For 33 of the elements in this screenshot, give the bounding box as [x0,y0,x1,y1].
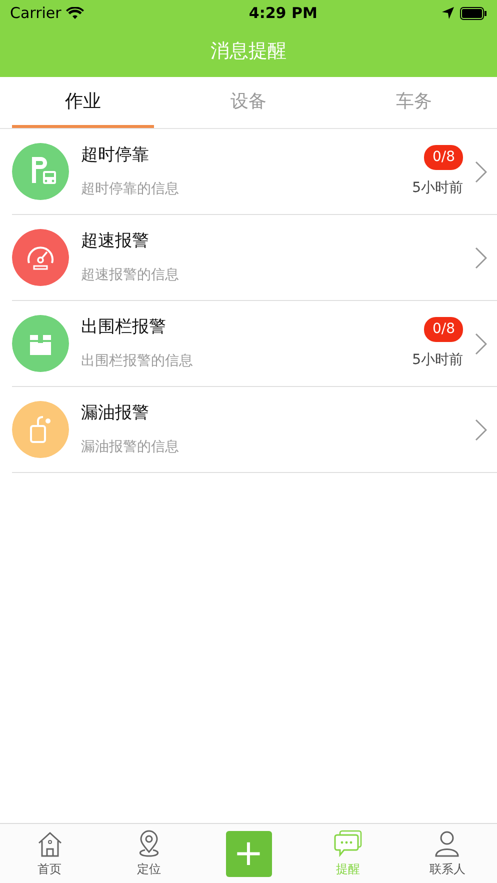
message-subtitle: 超时停靠的信息 [81,180,180,199]
message-subtitle: 出围栏报警的信息 [81,352,194,371]
count-badge: 0/8 [424,144,463,170]
location-arrow-icon [442,7,454,19]
message-row[interactable]: 超时停靠 超时停靠的信息 0/8 5小时前 [12,129,497,215]
home-icon [36,830,64,858]
message-subtitle: 超速报警的信息 [81,266,180,285]
page-title: 消息提醒 [210,39,288,64]
chevron-right-icon [475,246,487,268]
message-time: 5小时前 [412,350,463,370]
message-row[interactable]: 出围栏报警 出围栏报警的信息 0/8 5小时前 [12,301,497,387]
message-title: 超时停靠 [81,144,150,168]
chevron-right-icon [475,418,487,440]
message-row[interactable]: 超速报警 超速报警的信息 [12,215,497,301]
tab-bar-item[interactable]: 联系人 [398,830,497,878]
chat-bubbles-icon [334,830,362,858]
chevron-right-icon [475,160,487,182]
message-subtitle: 漏油报警的信息 [81,438,180,457]
wifi-icon [66,6,84,20]
message-time: 5小时前 [412,178,463,198]
tab[interactable]: 作业 [12,77,154,128]
person-icon [433,830,462,858]
message-title: 出围栏报警 [81,316,167,340]
message-title: 漏油报警 [81,402,150,426]
tab-bar-item[interactable]: 首页 [0,830,100,878]
chevron-right-icon [475,332,487,354]
status-time: 4:29 PM [248,2,318,24]
carrier-label: Carrier [10,2,62,24]
message-row[interactable]: 漏油报警 漏油报警的信息 [12,387,497,473]
tab-bar-item[interactable]: 定位 [99,830,199,878]
message-title: 超速报警 [81,230,150,254]
battery-icon [460,6,487,20]
count-badge: 0/8 [424,316,463,342]
